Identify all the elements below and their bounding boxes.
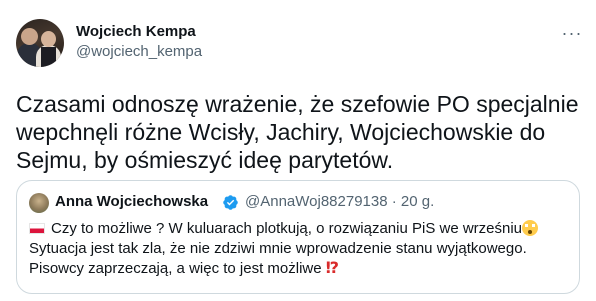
author-name[interactable]: Wojciech Kempa xyxy=(76,23,196,40)
quoted-author-avatar xyxy=(29,193,49,213)
poland-flag-icon xyxy=(29,223,45,234)
quoted-text-line: Sytuacja jest tak zla, że nie zdziwi mni… xyxy=(29,240,527,257)
author-handle[interactable]: @wojciech_kempa xyxy=(76,43,202,60)
more-options-icon[interactable]: ··· xyxy=(560,22,584,44)
quoted-author-name: Anna Wojciechowska xyxy=(55,193,209,210)
verified-badge-icon xyxy=(223,195,238,210)
tweet-card: Wojciech Kempa @wojciech_kempa ··· Czasa… xyxy=(0,0,596,301)
quoted-text-line: Pisowcy zaprzeczają, a więc to jest możl… xyxy=(29,260,340,277)
exclamation-question-icon: ⁉ xyxy=(325,260,340,277)
quoted-handle-time: @AnnaWoj88279138 · 20 g. xyxy=(245,193,435,210)
quoted-tweet-text: Czy to możliwe ? W kuluarach plotkują, o… xyxy=(29,219,569,279)
author-avatar[interactable] xyxy=(16,19,64,67)
tweet-text: Czasami odnoszę wrażenie, że szefowie PO… xyxy=(16,90,582,174)
tweet-text-line: Czasami odnoszę wrażenie, że szefowie PO… xyxy=(16,91,579,117)
flushed-face-icon xyxy=(522,220,539,236)
quoted-tweet[interactable]: Anna Wojciechowska @AnnaWoj88279138 · 20… xyxy=(16,180,580,294)
quoted-text-line: Czy to możliwe ? W kuluarach plotkują, o… xyxy=(29,219,569,239)
tweet-text-line: wepchnęli różne Wcisły, Jachiry, Wojciec… xyxy=(16,119,546,145)
tweet-text-line: Sejmu, by ośmieszyć ideę parytetów. xyxy=(16,147,394,173)
